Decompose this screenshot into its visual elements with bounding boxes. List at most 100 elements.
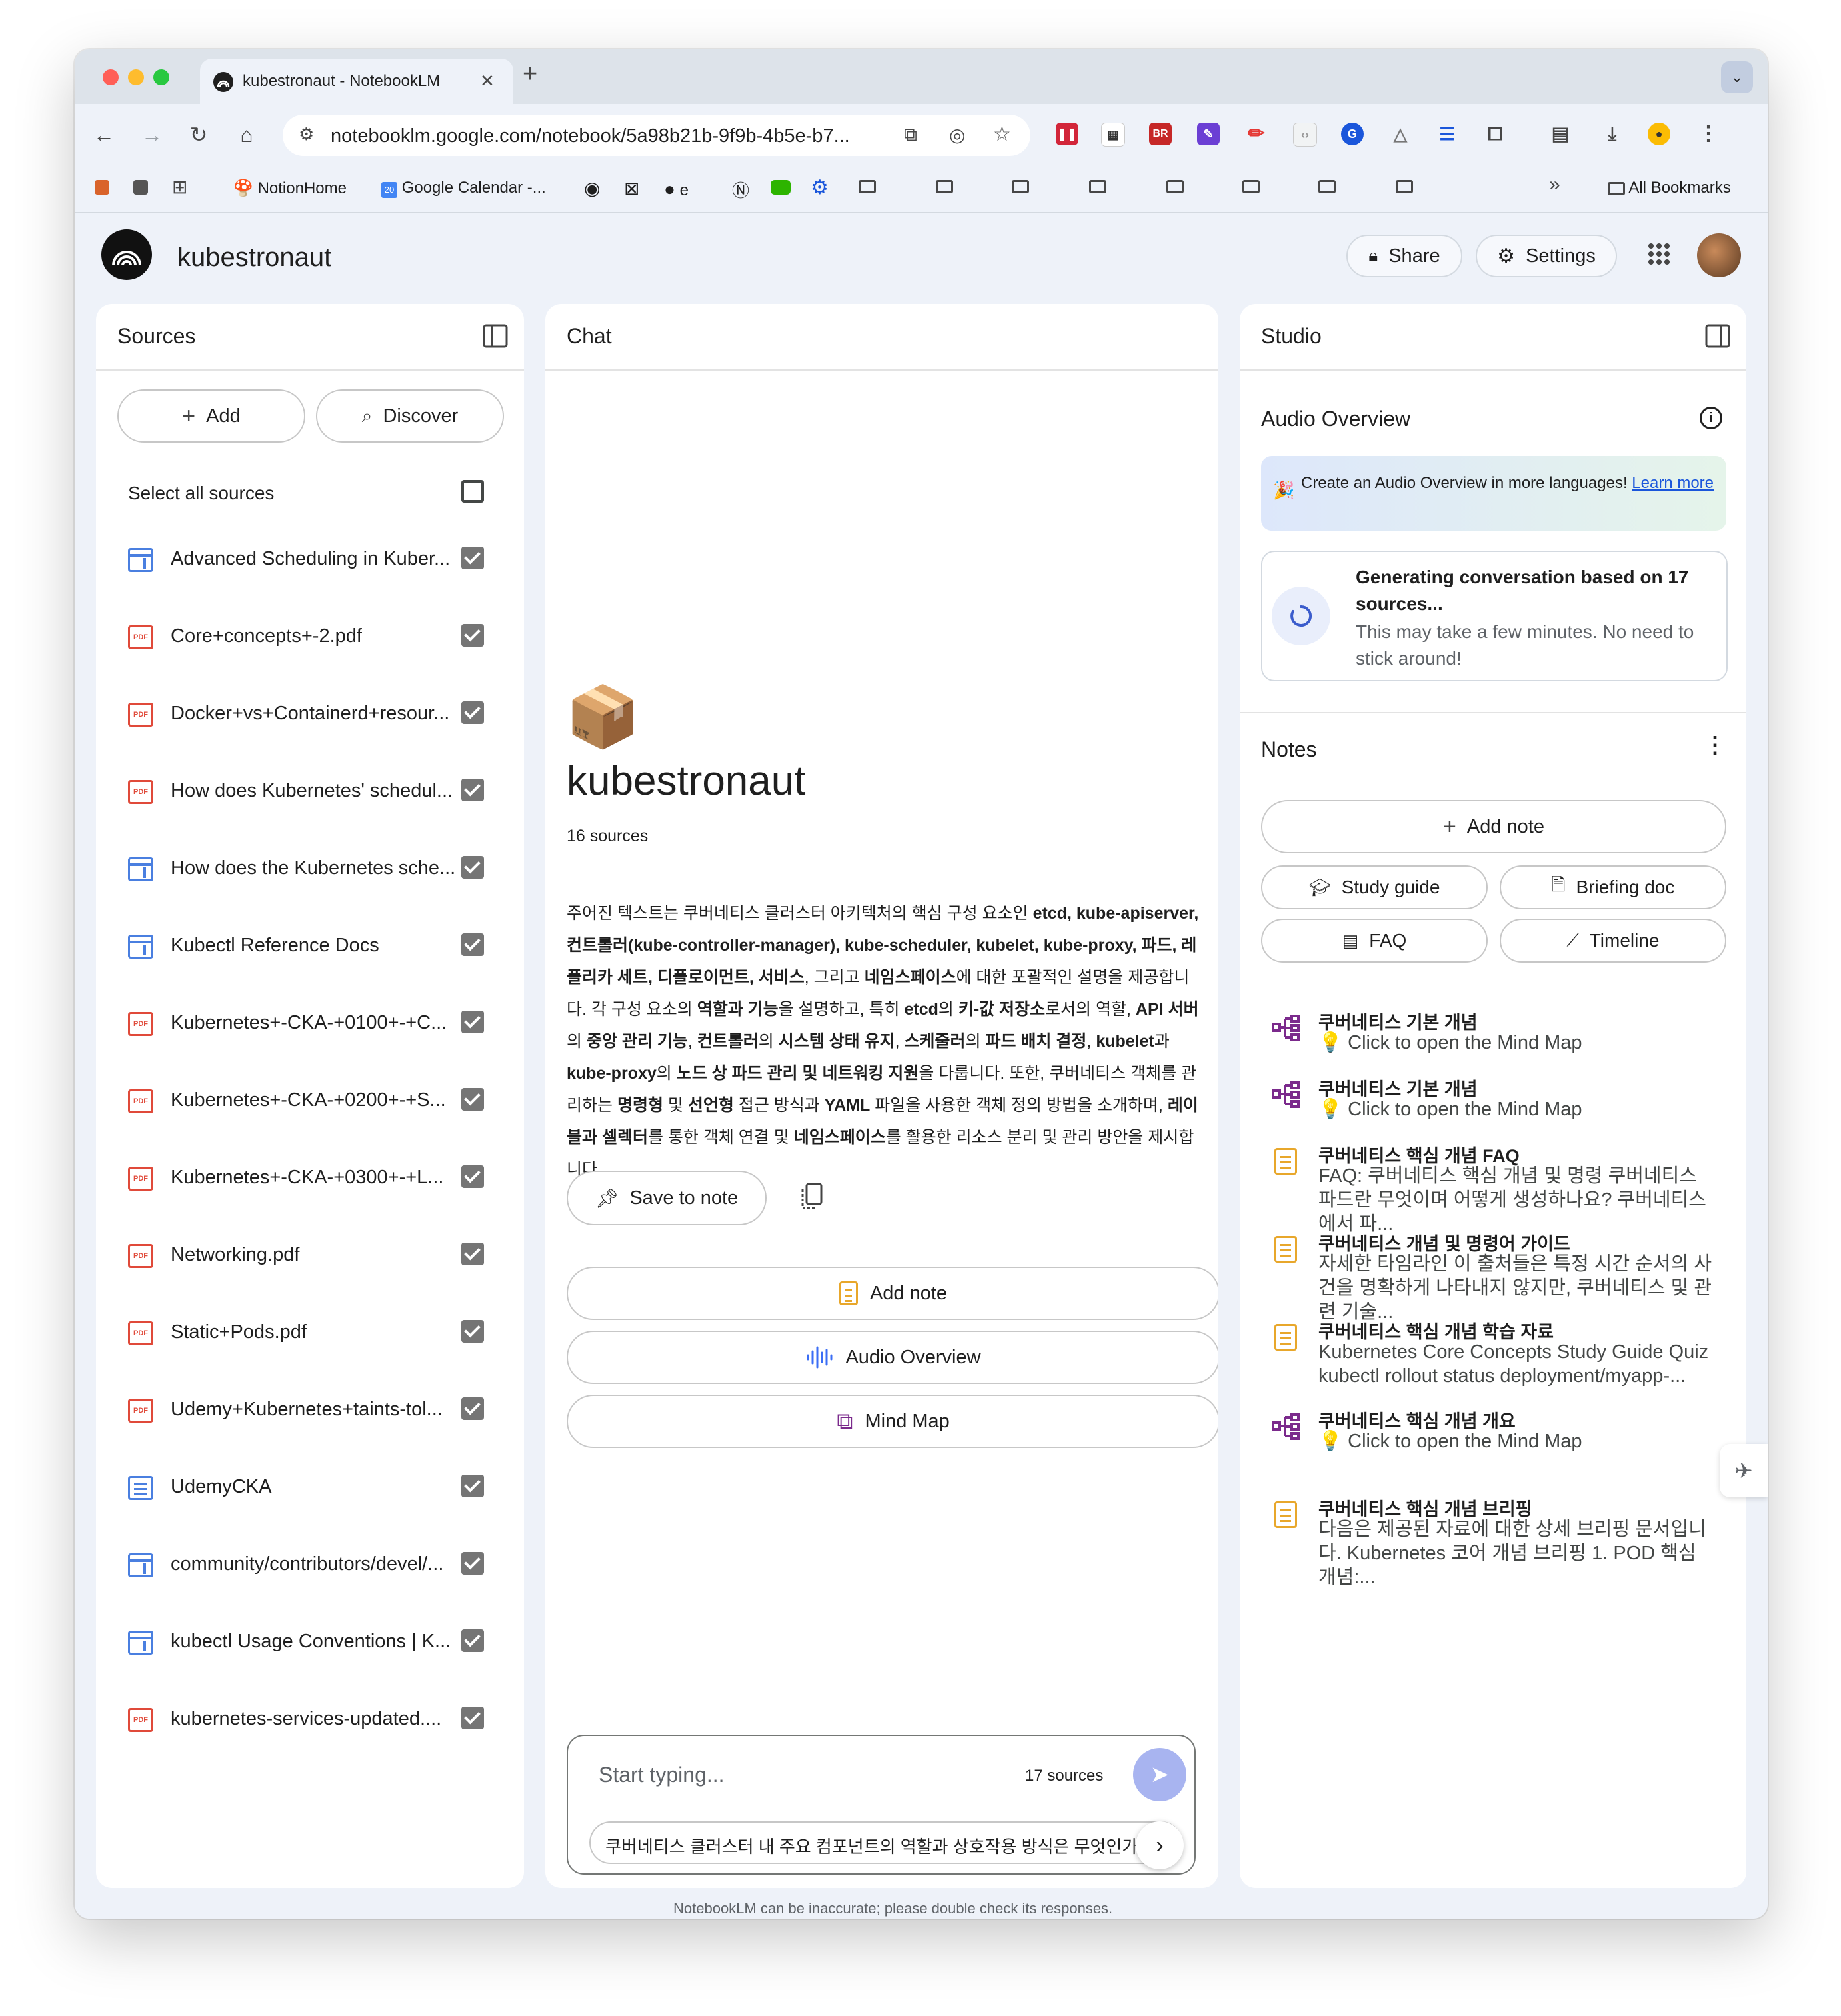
select-all-checkbox[interactable] — [461, 480, 484, 503]
install-app-icon[interactable]: ⧉ — [904, 124, 917, 146]
account-avatar[interactable] — [1697, 233, 1741, 277]
source-checkbox[interactable] — [461, 779, 484, 801]
all-bookmarks[interactable]: All Bookmarks — [1608, 179, 1731, 197]
source-item[interactable]: UdemyCKA — [128, 1465, 501, 1505]
add-source-button[interactable]: + Add — [117, 389, 305, 443]
star-bookmark-icon[interactable]: ☆ — [993, 123, 1011, 146]
eye-off-icon[interactable]: ◎ — [949, 124, 965, 146]
google-apps-icon[interactable] — [1648, 243, 1670, 265]
extensions-puzzle-icon[interactable]: ⧠ — [1484, 123, 1506, 145]
settings-button[interactable]: ⚙ Settings — [1476, 235, 1617, 277]
source-item[interactable]: PDF kubernetes-services-updated.... — [128, 1697, 501, 1737]
notebook-title[interactable]: kubestronaut — [177, 243, 331, 273]
save-to-note-button[interactable]: 📌︎ Save to note — [567, 1171, 767, 1225]
extension-purple-icon[interactable]: ✎ — [1197, 123, 1220, 145]
notes-more-icon[interactable]: ⋮ — [1704, 732, 1726, 759]
chat-input[interactable]: Start typing... — [599, 1763, 725, 1787]
folder-icon[interactable] — [936, 180, 953, 193]
source-checkbox[interactable] — [461, 1552, 484, 1575]
mind-map-button[interactable]: ⧉ Mind Map — [567, 1395, 1218, 1448]
collapse-studio-panel-icon[interactable] — [1705, 324, 1730, 348]
forward-arrow-icon[interactable]: → — [140, 123, 164, 147]
bookmark-github[interactable]: ● e — [664, 179, 689, 200]
bookmark-dark-icon[interactable] — [133, 180, 148, 195]
note-item[interactable]: 쿠버네티스 핵심 개념 FAQ FAQ: 쿠버네티스 핵심 개념 및 명령 쿠버네… — [1272, 1141, 1712, 1235]
note-item[interactable]: 쿠버네티스 핵심 개념 브리핑 다음은 제공된 자료에 대한 상세 브리핑 문서입… — [1272, 1495, 1712, 1588]
source-item[interactable]: Kubectl Reference Docs — [128, 924, 501, 964]
studio-add-note-button[interactable]: + Add note — [1261, 800, 1726, 853]
drive-icon[interactable]: △ — [1389, 123, 1412, 145]
note-item[interactable]: 쿠버네티스 기본 개념 💡 Click to open the Mind Map — [1272, 1008, 1712, 1081]
share-button[interactable]: 🔒︎ Share — [1346, 235, 1462, 277]
source-checkbox[interactable] — [461, 1243, 484, 1265]
folder-icon[interactable] — [1318, 180, 1336, 193]
new-tab-button[interactable]: + — [523, 60, 537, 89]
faq-button[interactable]: ▤ FAQ — [1261, 919, 1488, 963]
source-item[interactable]: kubectl Usage Conventions | K... — [128, 1620, 501, 1660]
source-checkbox[interactable] — [461, 547, 484, 569]
feedback-rocket-icon[interactable]: ✈ — [1720, 1444, 1768, 1497]
audio-overview-button[interactable]: Audio Overview — [567, 1331, 1218, 1384]
source-checkbox[interactable] — [461, 1475, 484, 1497]
source-checkbox[interactable] — [461, 1707, 484, 1729]
browser-tab[interactable]: kubestronaut - NotebookLM ✕ — [200, 59, 513, 104]
study-guide-button[interactable]: 🎓︎ Study guide — [1261, 865, 1488, 909]
folder-icon[interactable] — [1396, 180, 1413, 193]
source-checkbox[interactable] — [461, 624, 484, 647]
openai-icon[interactable]: ◉ — [584, 177, 600, 199]
source-item[interactable]: PDF Kubernetes+-CKA-+0200+-+S... — [128, 1079, 501, 1119]
source-checkbox[interactable] — [461, 1088, 484, 1111]
source-checkbox[interactable] — [461, 1320, 484, 1343]
x-icon[interactable]: ⊠ — [624, 177, 639, 199]
browser-menu-icon[interactable]: ⋮ — [1697, 123, 1720, 145]
source-item[interactable]: PDF Networking.pdf — [128, 1233, 501, 1273]
apps-grid-icon[interactable]: ⊞ — [172, 176, 187, 198]
briefing-doc-button[interactable]: 🗎 Briefing doc — [1500, 865, 1726, 909]
home-icon[interactable]: ⌂ — [235, 123, 259, 147]
note-item[interactable]: 쿠버네티스 핵심 개념 개요 💡 Click to open the Mind M… — [1272, 1407, 1712, 1480]
extension-bars-icon[interactable]: ☰ — [1436, 123, 1458, 145]
source-checkbox[interactable] — [461, 701, 484, 724]
source-item[interactable]: Advanced Scheduling in Kuber... — [128, 537, 501, 577]
copy-icon[interactable] — [800, 1183, 823, 1211]
source-checkbox[interactable] — [461, 1011, 484, 1033]
timeline-button[interactable]: ⟋ Timeline — [1500, 919, 1726, 963]
source-item[interactable]: PDF Kubernetes+-CKA-+0300+-+L... — [128, 1156, 501, 1196]
note-item[interactable]: 쿠버네티스 개념 및 명령어 가이드 자세한 타임라인 이 출처들은 특정 시간 … — [1272, 1229, 1712, 1323]
extension-blue-circle-icon[interactable]: G — [1341, 123, 1364, 145]
bookmark-orange-icon[interactable] — [95, 180, 109, 195]
extension-br-icon[interactable]: BR — [1149, 123, 1172, 145]
code-icon[interactable]: ‹› — [1293, 123, 1317, 147]
folder-icon[interactable] — [859, 180, 876, 193]
folder-icon[interactable] — [1242, 180, 1260, 193]
source-checkbox[interactable] — [461, 1629, 484, 1652]
folder-icon[interactable] — [1089, 180, 1106, 193]
suggested-question[interactable]: 쿠버네티스 클러스터 내 주요 컴포넌트의 역할과 상호작용 방식은 무엇인가요… — [589, 1821, 1182, 1864]
discover-button[interactable]: ⌕ Discover — [316, 389, 504, 443]
source-item[interactable]: PDF Kubernetes+-CKA-+0100+-+C... — [128, 1001, 501, 1041]
source-item[interactable]: PDF Udemy+Kubernetes+taints-tol... — [128, 1388, 501, 1428]
bookmark-notionhome[interactable]: 🍄 NotionHome — [233, 179, 347, 198]
site-info-icon[interactable]: ⚙ — [299, 124, 314, 145]
maximize-window-button[interactable] — [153, 69, 169, 85]
source-item[interactable]: PDF How does Kubernetes' schedul... — [128, 769, 501, 809]
blog-icon[interactable] — [771, 180, 791, 195]
folder-icon[interactable] — [1012, 180, 1029, 193]
source-checkbox[interactable] — [461, 1165, 484, 1188]
folder-icon[interactable] — [1166, 180, 1184, 193]
collapse-panel-icon[interactable] — [483, 324, 508, 348]
reload-icon[interactable]: ↻ — [187, 123, 211, 147]
notion-icon[interactable]: Ⓝ — [732, 177, 749, 202]
tab-search-chevron-down-icon[interactable]: ⌄ — [1721, 61, 1753, 93]
profile-icon[interactable]: ● — [1648, 123, 1670, 145]
download-icon[interactable]: ⤓ — [1601, 123, 1624, 145]
tab-close-icon[interactable]: ✕ — [480, 71, 495, 91]
source-item[interactable]: PDF Static+Pods.pdf — [128, 1311, 501, 1351]
add-note-button[interactable]: Add note — [567, 1267, 1218, 1320]
address-bar[interactable]: ⚙ notebooklm.google.com/notebook/5a98b21… — [283, 115, 1030, 156]
bookmarks-overflow-icon[interactable]: » — [1549, 173, 1560, 196]
back-arrow-icon[interactable]: ← — [92, 123, 116, 147]
source-item[interactable]: PDF Core+concepts+-2.pdf — [128, 615, 501, 655]
send-button[interactable]: ➤ — [1133, 1748, 1186, 1801]
notebooklm-logo-icon[interactable] — [101, 229, 152, 280]
